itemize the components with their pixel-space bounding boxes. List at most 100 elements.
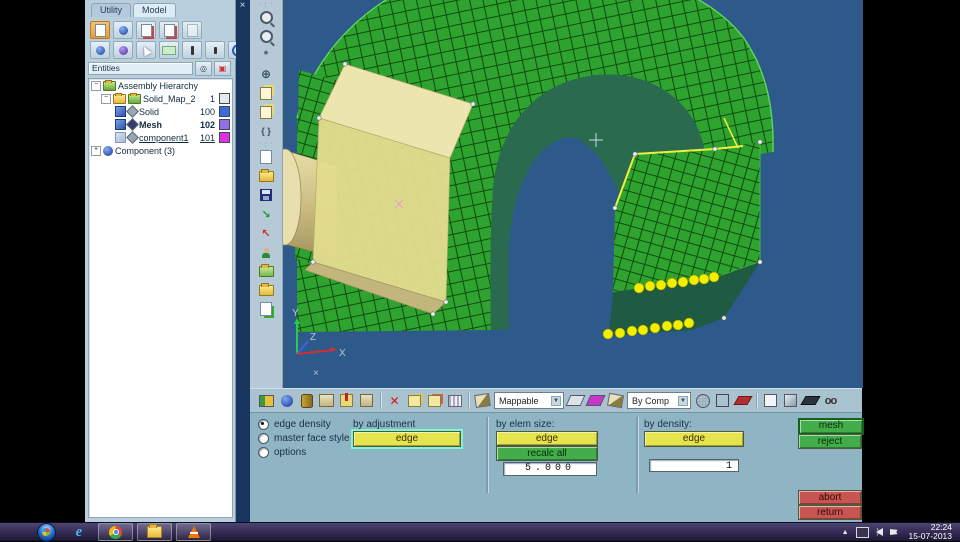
duplicate-icon[interactable] <box>406 393 423 409</box>
tree-row-root[interactable]: − Assembly Hierarchy <box>89 79 232 92</box>
delete-icon[interactable]: ✕ <box>386 393 403 409</box>
wireframe-cube-icon[interactable] <box>762 393 779 409</box>
collapse-icon[interactable]: − <box>101 93 111 104</box>
tab-utility[interactable]: Utility <box>91 3 131 17</box>
adjustment-edge-button[interactable]: edge <box>351 429 463 449</box>
flat-element-icon[interactable] <box>732 393 753 409</box>
folder-import-icon[interactable] <box>257 263 275 279</box>
collectors-icon[interactable] <box>258 393 275 409</box>
radio-master-face-style[interactable]: master face style <box>258 433 350 444</box>
pin-tool-icon[interactable] <box>338 393 355 409</box>
abort-button[interactable]: abort <box>798 490 862 505</box>
save-file-icon[interactable] <box>257 187 275 203</box>
export-arrow-icon[interactable]: ↖ <box>257 225 275 241</box>
graphics-viewport[interactable]: Y Z X × <box>283 0 863 388</box>
taskbar-chrome-button[interactable] <box>98 523 133 541</box>
right-leg-mesh[interactable] <box>612 142 761 293</box>
taskbar-ie-button[interactable]: e <box>64 524 94 540</box>
open-folder-icon[interactable] <box>257 168 275 184</box>
tree-row-solidmap[interactable]: − Solid_Map_2 1 <box>89 92 232 105</box>
move-icon[interactable] <box>426 393 443 409</box>
density-input[interactable]: 1 <box>649 459 739 472</box>
mesh-cube-icon[interactable] <box>714 393 731 409</box>
new-session-icon[interactable] <box>90 21 110 39</box>
user-profile-icon[interactable] <box>257 244 275 260</box>
mesh-sphere-icon[interactable] <box>113 41 133 59</box>
model-canvas[interactable]: Y Z X × <box>283 0 863 388</box>
sphere-view-icon[interactable] <box>90 41 110 59</box>
copy-view-icon[interactable] <box>257 85 275 101</box>
recalc-all-button[interactable]: recalc all <box>496 446 598 461</box>
chevron-down-icon[interactable]: ▼ <box>551 395 561 406</box>
card-image-icon[interactable] <box>318 393 335 409</box>
open-model-icon[interactable] <box>113 21 133 39</box>
display-tray-icon[interactable] <box>855 526 869 538</box>
mesh-sphere-icon[interactable] <box>694 393 711 409</box>
field-icon[interactable] <box>159 41 179 59</box>
mesh-button[interactable]: mesh <box>798 418 864 435</box>
panel-divider[interactable] <box>236 0 250 522</box>
density-edge-button[interactable]: edge <box>644 431 744 447</box>
color-swatch[interactable] <box>219 106 230 117</box>
taskbar-clock[interactable]: 22:24 15-07-2013 <box>905 523 952 541</box>
taskbar-vlc-button[interactable] <box>176 523 211 541</box>
tree-row-component1[interactable]: component1 101 <box>89 131 232 144</box>
toolbar-grip[interactable]: · · · · <box>258 140 274 150</box>
braces-icon[interactable]: { } <box>257 123 275 139</box>
collapse-icon[interactable]: − <box>91 80 101 91</box>
radio-edge-density[interactable]: edge density <box>258 419 331 430</box>
pin-icon[interactable] <box>182 41 202 59</box>
blank-page-icon[interactable] <box>182 21 202 39</box>
tray-expand-icon[interactable]: ▲ <box>842 529 849 536</box>
pan-view-icon[interactable]: ⊕ <box>257 66 275 82</box>
renumber-icon[interactable] <box>446 393 463 409</box>
folder-export-icon[interactable] <box>257 282 275 298</box>
action-center-flag-icon[interactable] <box>889 529 898 535</box>
shell-element-icon[interactable] <box>800 393 821 409</box>
reject-button[interactable]: reject <box>798 434 862 449</box>
tree-row-mesh[interactable]: Mesh 102 <box>89 118 232 131</box>
note-page-icon[interactable] <box>257 149 275 165</box>
elem-size-input[interactable]: 5.000 <box>503 462 597 476</box>
zoom-icon[interactable] <box>257 9 275 25</box>
tab-model[interactable]: Model <box>133 3 176 17</box>
import-arrow-icon[interactable]: ↘ <box>257 206 275 222</box>
radio-options[interactable]: options <box>258 447 306 458</box>
color-mode-dropdown[interactable]: By Comp ▼ <box>627 392 691 409</box>
toolbar-grip[interactable]: · · · · <box>258 0 274 10</box>
mappable-dropdown[interactable]: Mappable ▼ <box>494 392 564 409</box>
plane-outline-icon[interactable] <box>565 393 586 409</box>
return-button[interactable]: return <box>798 505 862 520</box>
tree-config-icon[interactable]: ▣ <box>214 61 231 76</box>
shaded-cube-icon[interactable] <box>782 393 799 409</box>
import-model-icon[interactable] <box>136 21 156 39</box>
start-button[interactable] <box>37 522 56 542</box>
rotate-view-icon[interactable]: * <box>257 47 275 63</box>
plane-shaded-icon[interactable] <box>585 393 606 409</box>
barrel-icon[interactable] <box>298 393 315 409</box>
radio-icon[interactable] <box>258 447 269 458</box>
color-swatch[interactable] <box>219 93 230 104</box>
mappable-brush-icon[interactable] <box>474 393 491 409</box>
expand-icon[interactable]: + <box>91 145 101 156</box>
export-model-icon[interactable] <box>159 21 179 39</box>
paste-view-icon[interactable] <box>257 104 275 120</box>
zoom-window-icon[interactable] <box>257 28 275 44</box>
color-swatch[interactable] <box>219 119 230 130</box>
taskbar-explorer-button[interactable] <box>137 523 172 541</box>
radio-icon[interactable] <box>258 419 269 430</box>
volume-tray-icon[interactable] <box>875 527 883 536</box>
close-icon[interactable]: × <box>237 1 248 12</box>
sphere-icon[interactable] <box>278 393 295 409</box>
glasses-icon[interactable]: oo <box>822 393 839 409</box>
radio-icon[interactable] <box>258 433 269 444</box>
elemsize-edge-button[interactable]: edge <box>496 431 598 446</box>
pin-alt-icon[interactable] <box>205 41 225 59</box>
pointer-icon[interactable] <box>136 41 156 59</box>
tree-row-component-group[interactable]: + Component (3) <box>89 144 232 157</box>
color-swatch[interactable] <box>219 132 230 143</box>
chevron-down-icon[interactable]: ▼ <box>678 395 688 406</box>
file-run-icon[interactable] <box>257 301 275 317</box>
selector-icon[interactable] <box>358 393 375 409</box>
tree-row-solid[interactable]: Solid 100 <box>89 105 232 118</box>
